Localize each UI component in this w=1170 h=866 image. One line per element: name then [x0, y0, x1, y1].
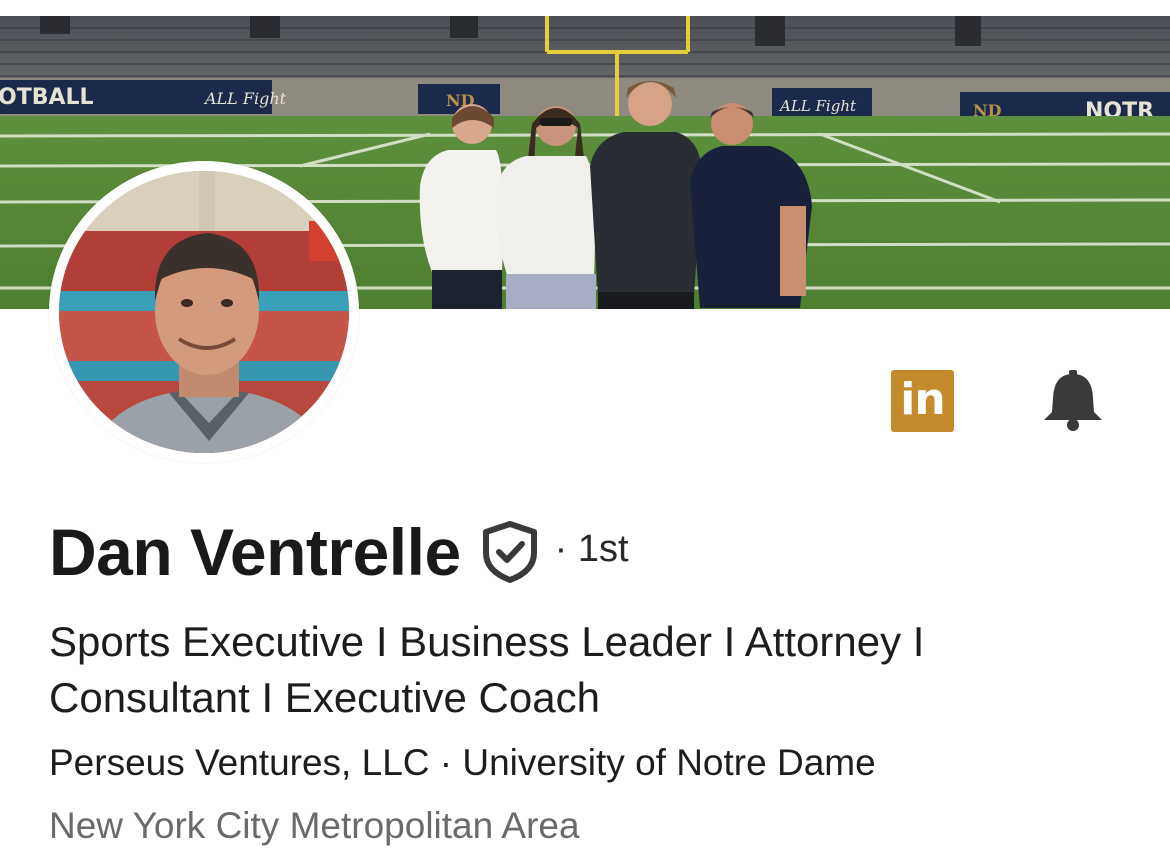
- name-row: Dan Ventrelle · 1st: [49, 512, 629, 592]
- profile-name: Dan Ventrelle: [49, 515, 461, 589]
- sign-allfight-text-2: ALL Fight: [778, 97, 857, 115]
- sign-allfight-text: ALL Fight: [203, 89, 287, 108]
- connection-degree: · 1st: [554, 527, 629, 570]
- avatar-photo: [59, 171, 349, 453]
- verified-shield-icon[interactable]: [481, 521, 539, 583]
- profile-avatar[interactable]: [49, 161, 359, 463]
- linkedin-icon: in: [900, 374, 945, 425]
- linkedin-button[interactable]: in: [891, 370, 954, 432]
- profile-company-school[interactable]: Perseus Ventures, LLC · University of No…: [49, 740, 876, 786]
- profile-headline: Sports Executive I Business Leader I Att…: [49, 618, 925, 721]
- profile-location: New York City Metropolitan Area: [49, 805, 580, 846]
- notification-bell-button[interactable]: [1040, 368, 1106, 432]
- sign-football-text: OTBALL: [0, 85, 94, 110]
- bell-icon: [1044, 370, 1102, 431]
